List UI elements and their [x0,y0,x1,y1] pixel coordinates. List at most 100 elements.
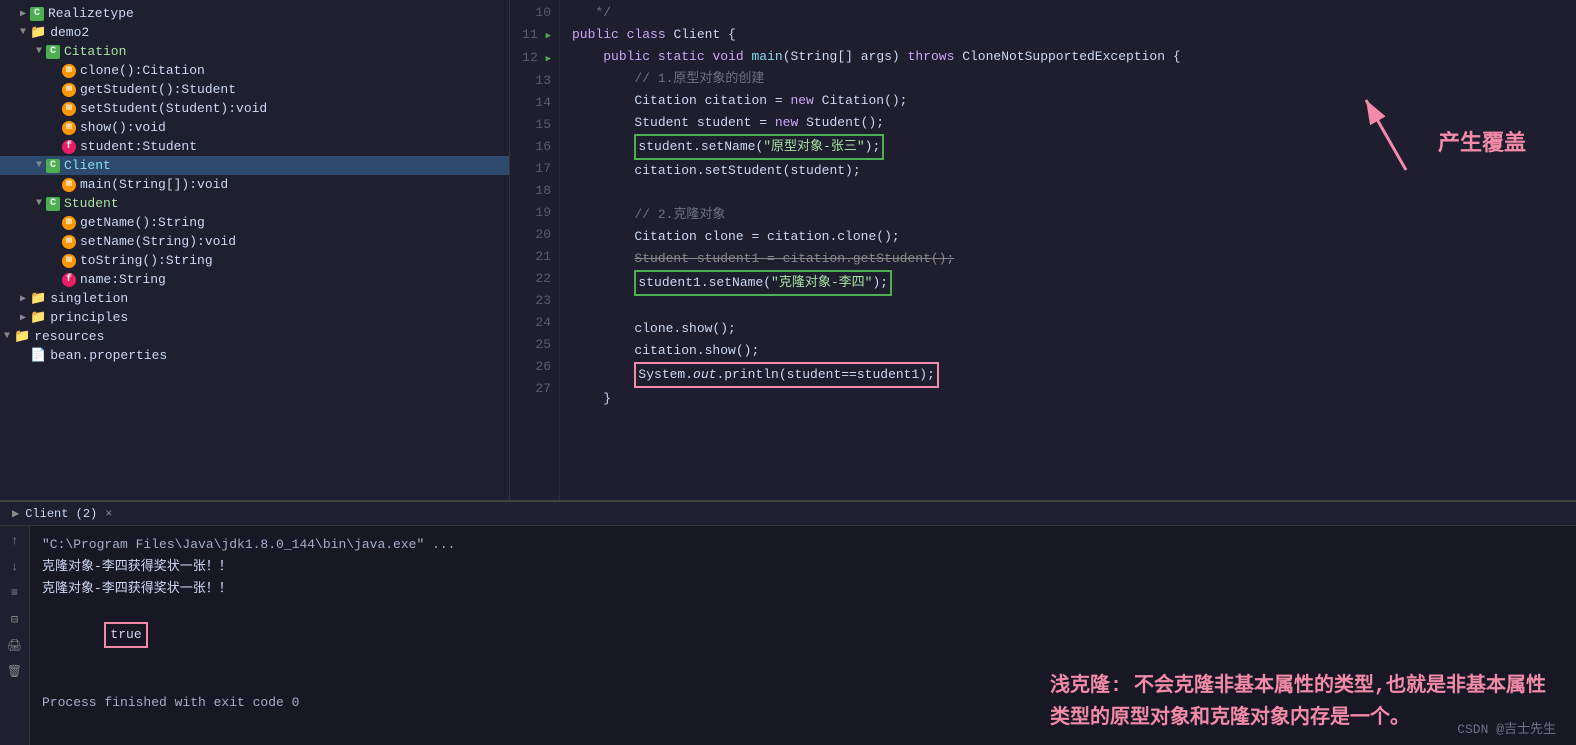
arrow-icon [16,312,30,324]
print-button[interactable]: 🖨 [6,636,24,654]
code-line-23 [572,296,1576,318]
clear-button[interactable]: 🗑 [6,662,24,680]
ln-11: 11 ▶ [510,24,551,47]
tree-label: Student [64,196,119,211]
ln-15: 15 [510,114,551,136]
watermark: CSDN @吉士先生 [1457,718,1556,737]
terminal-output: "C:\Program Files\Java\jdk1.8.0_144\bin\… [30,526,1576,745]
tree-label: toString():String [80,253,213,268]
arrow-icon [32,160,46,171]
tree-item-getstudent[interactable]: m getStudent():Student [0,80,509,99]
tree-label: setStudent(Student):void [80,101,267,116]
class-icon: C [46,197,60,211]
ln-17: 17 [510,158,551,180]
method-icon: m [62,235,76,249]
method-icon: m [62,254,76,268]
tree-label: singletion [50,291,128,306]
method-icon: m [62,178,76,192]
tree-label: Citation [64,44,126,59]
output-line-1: 克隆对象-李四获得奖状一张！！ [42,556,1564,578]
tree-label: resources [34,329,104,344]
tree-label: Realizetype [48,6,134,21]
file-tree: C Realizetype 📁 demo2 C Citation m clone… [0,0,510,500]
shallow-clone-title: 浅克隆: 不会克隆非基本属性的类型,也就是非基本属性 [1050,671,1546,703]
code-line-21: Student student1 = citation.getStudent()… [572,248,1576,270]
ln-27: 27 [510,378,551,400]
scroll-up-button[interactable]: ↑ [6,532,24,550]
terminal-tab-name: Client (2) [25,507,97,521]
tree-label: demo2 [50,25,89,40]
ln-20: 20 [510,224,551,246]
tree-label: name:String [80,272,166,287]
arrow-icon [16,8,30,20]
code-line-16: student.setName("原型对象-张三"); [572,134,1576,160]
method-icon: m [62,216,76,230]
code-area: */ public class Client { public static v… [560,0,1576,500]
ln-16: 16 [510,136,551,158]
tree-item-student-class[interactable]: C Student [0,194,509,213]
tree-item-main[interactable]: m main(String[]):void [0,175,509,194]
terminal-section: ▶ Client (2) × ↑ ↓ ≡ ⊟ 🖨 🗑 "C:\Program F… [0,500,1576,745]
code-line-20: Citation clone = citation.clone(); [572,226,1576,248]
code-line-24: clone.show(); [572,318,1576,340]
ln-21: 21 [510,246,551,268]
method-icon: m [62,121,76,135]
tree-label: Client [64,158,111,173]
class-icon: C [46,45,60,59]
tree-label: getName():String [80,215,205,230]
class-icon: C [46,159,60,173]
tree-item-demo2[interactable]: 📁 demo2 [0,23,509,42]
tree-label: getStudent():Student [80,82,236,97]
wrap-button[interactable]: ≡ [6,584,24,602]
tree-item-show[interactable]: m show():void [0,118,509,137]
tree-label: setName(String):void [80,234,236,249]
class-icon: C [30,7,44,21]
arrow-icon [0,331,14,342]
ln-12: 12 ▶ [510,47,551,70]
tree-item-resources[interactable]: 📁 resources [0,327,509,346]
ln-14: 14 [510,92,551,114]
arrow-icon [32,198,46,209]
line-numbers: 10 11 ▶ 12 ▶ 13 14 15 16 17 18 19 20 21 … [510,0,560,500]
code-line-19: // 2.克隆对象 [572,204,1576,226]
code-line-12: public static void main(String[] args) t… [572,46,1576,68]
output-true-line: true [42,600,1564,670]
tree-label: student:Student [80,139,197,154]
terminal-tab-icon: ▶ [12,506,19,521]
tree-item-getname[interactable]: m getName():String [0,213,509,232]
tree-item-citation[interactable]: C Citation [0,42,509,61]
code-line-11: public class Client { [572,24,1576,46]
code-line-22: student1.setName("克隆对象-李四"); [572,270,1576,296]
output-line-2: 克隆对象-李四获得奖状一张！！ [42,578,1564,600]
tree-item-client[interactable]: C Client [0,156,509,175]
code-editor: 10 11 ▶ 12 ▶ 13 14 15 16 17 18 19 20 21 … [510,0,1576,500]
tree-item-setname[interactable]: m setName(String):void [0,232,509,251]
output-true-value: true [104,622,147,648]
code-line-10: */ [572,2,1576,24]
tree-item-student-field[interactable]: f student:Student [0,137,509,156]
field-icon: f [62,140,76,154]
tree-item-bean-properties[interactable]: 📄 bean.properties [0,346,509,365]
terminal-tab-close[interactable]: × [105,507,112,521]
code-line-26: System.out.println(student==student1); [572,362,1576,388]
tree-item-name-field[interactable]: f name:String [0,270,509,289]
ln-26: 26 [510,356,551,378]
scroll-down-button[interactable]: ↓ [6,558,24,576]
tree-item-tostring[interactable]: m toString():String [0,251,509,270]
arrow-icon [16,27,30,38]
filter-button[interactable]: ⊟ [6,610,24,628]
code-line-18 [572,182,1576,204]
tree-item-principles[interactable]: 📁 principles [0,308,509,327]
tree-item-singletion[interactable]: 📁 singletion [0,289,509,308]
tree-label: principles [50,310,128,325]
tree-item-setstudent[interactable]: m setStudent(Student):void [0,99,509,118]
tree-item-realizetype[interactable]: C Realizetype [0,4,509,23]
method-icon: m [62,83,76,97]
ln-22: 22 [510,268,551,290]
tree-label: bean.properties [50,348,167,363]
ln-19: 19 [510,202,551,224]
tree-item-clone-citation[interactable]: m clone():Citation [0,61,509,80]
terminal-toolbar: ↑ ↓ ≡ ⊟ 🖨 🗑 [0,526,30,745]
ln-10: 10 [510,2,551,24]
ln-23: 23 [510,290,551,312]
